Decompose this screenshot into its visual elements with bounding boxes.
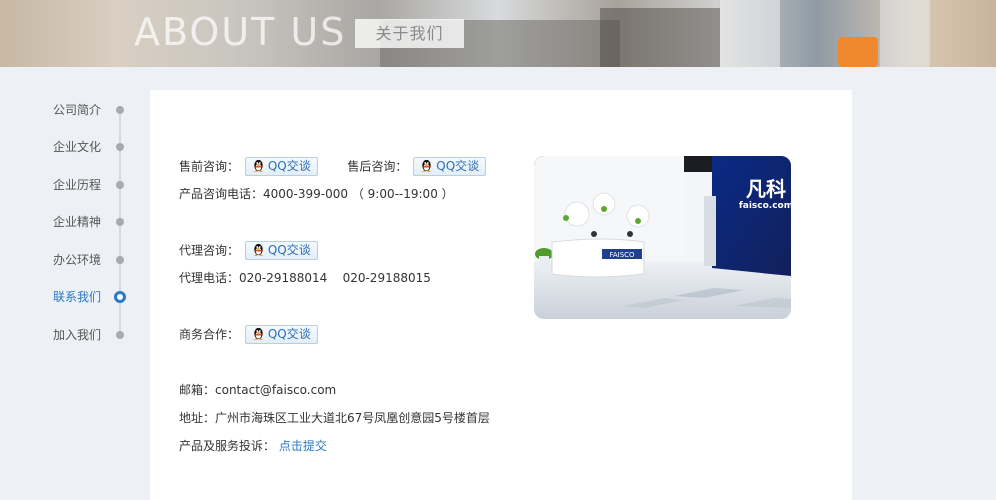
presale-label: 售前咨询： bbox=[179, 159, 240, 174]
nav-dot-active bbox=[114, 291, 126, 303]
qq-penguin-icon bbox=[254, 159, 263, 172]
sidebar-item-office[interactable]: 办公环境 bbox=[0, 250, 150, 270]
consult-row: 售前咨询： QQ交谈 售后咨询： QQ交谈 bbox=[179, 157, 487, 176]
email: 邮箱：contact@faisco.com bbox=[179, 383, 337, 397]
qq-button-label: QQ交谈 bbox=[267, 327, 311, 341]
sidebar-item-label: 企业文化 bbox=[53, 140, 102, 154]
agent-phone: 代理电话：020-29188014 020-29188015 bbox=[179, 271, 431, 285]
complaint-submit-link[interactable]: 点击提交 bbox=[279, 439, 327, 453]
sidebar-item-label: 公司简介 bbox=[53, 103, 102, 117]
nav-dot bbox=[116, 106, 124, 114]
sidebar-item-label: 办公环境 bbox=[53, 253, 102, 267]
sidebar-item-join[interactable]: 加入我们 bbox=[0, 325, 150, 345]
sidebar-item-label: 联系我们 bbox=[53, 290, 102, 304]
sidebar-item-contact[interactable]: 联系我们 bbox=[0, 287, 150, 307]
qq-button-label: QQ交谈 bbox=[267, 243, 311, 257]
nav-dot bbox=[116, 143, 124, 151]
aftersale-qq-button[interactable]: QQ交谈 bbox=[413, 157, 487, 176]
product-phone: 产品咨询电话：4000-399-000 （ 9:00--19:00 ） bbox=[179, 187, 454, 201]
contact-panel: 售前咨询： QQ交谈 售后咨询： QQ交谈 产品咨询电话：4000-399-00… bbox=[150, 90, 852, 500]
business-row: 商务合作： QQ交谈 bbox=[179, 325, 318, 344]
qq-button-label: QQ交谈 bbox=[267, 159, 311, 173]
qq-penguin-icon bbox=[254, 243, 263, 256]
sidebar-item-culture[interactable]: 企业文化 bbox=[0, 137, 150, 157]
desk-sign-text: FAISCO bbox=[609, 251, 635, 259]
wall-logo-en: faisco.com bbox=[739, 201, 791, 211]
sidebar-item-company-intro[interactable]: 公司简介 bbox=[0, 100, 150, 120]
office-photo: FAISCO 凡科 faisco.com bbox=[534, 156, 791, 319]
qq-penguin-icon bbox=[254, 327, 263, 340]
sidebar-item-label: 企业精神 bbox=[53, 215, 102, 229]
business-qq-button[interactable]: QQ交谈 bbox=[244, 325, 318, 344]
sidebar-item-history[interactable]: 企业历程 bbox=[0, 175, 150, 195]
banner-title-en: ABOUT US bbox=[134, 10, 347, 54]
sidebar-item-label: 企业历程 bbox=[53, 178, 102, 192]
nav-dot bbox=[116, 181, 124, 189]
banner-title-cn: 关于我们 bbox=[355, 19, 464, 48]
wall-logo-cn: 凡科 bbox=[746, 177, 786, 201]
qq-button-label: QQ交谈 bbox=[436, 159, 480, 173]
about-banner: ABOUT US 关于我们 bbox=[0, 0, 996, 67]
sidebar-item-label: 加入我们 bbox=[53, 328, 102, 342]
sidebar-item-spirit[interactable]: 企业精神 bbox=[0, 212, 150, 232]
agent-label: 代理咨询： bbox=[179, 243, 240, 258]
nav-dot bbox=[116, 256, 124, 264]
agent-row: 代理咨询： QQ交谈 bbox=[179, 241, 318, 260]
complaint-label: 产品及服务投诉： bbox=[179, 439, 276, 453]
qq-penguin-icon bbox=[422, 159, 432, 172]
nav-dot bbox=[116, 331, 124, 339]
address: 地址：广州市海珠区工业大道北67号凤凰创意园5号楼首层 bbox=[179, 411, 490, 425]
aftersale-label: 售后咨询： bbox=[347, 159, 408, 174]
agent-qq-button[interactable]: QQ交谈 bbox=[244, 241, 318, 260]
business-label: 商务合作： bbox=[179, 327, 240, 342]
presale-qq-button[interactable]: QQ交谈 bbox=[244, 157, 318, 176]
office-reception-image: FAISCO 凡科 faisco.com bbox=[534, 156, 791, 319]
nav-dot bbox=[116, 218, 124, 226]
complaint-row: 产品及服务投诉： 点击提交 bbox=[179, 438, 327, 454]
